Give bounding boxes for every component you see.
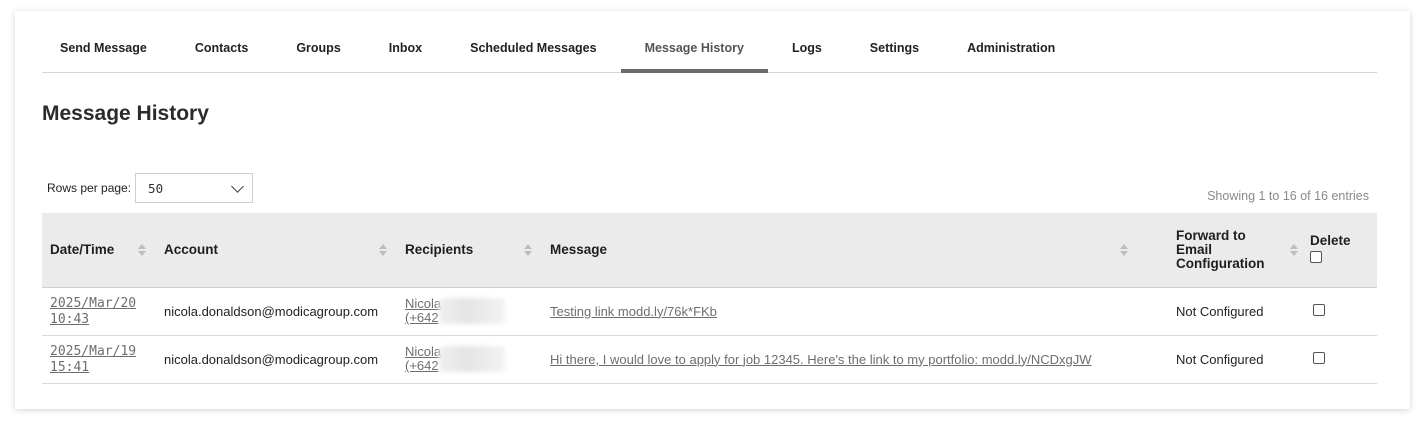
cell-recipients: Nicola (+642: [397, 287, 542, 335]
recipient-link[interactable]: Nicola (+642: [405, 345, 441, 373]
header-datetime[interactable]: Date/Time: [42, 213, 156, 287]
tab-contacts[interactable]: Contacts: [171, 11, 272, 72]
datetime-link[interactable]: 2025/Mar/20 10:43: [50, 296, 136, 327]
rows-per-page-control: Rows per page: 50: [47, 173, 254, 203]
datetime-link[interactable]: 2025/Mar/19 15:41: [50, 344, 136, 375]
cell-datetime: 2025/Mar/20 10:43: [42, 287, 156, 335]
cell-message: Hi there, I would love to apply for job …: [542, 335, 1168, 383]
tab-message-history[interactable]: Message History: [620, 11, 769, 73]
header-forward-email[interactable]: Forward to Email Configuration: [1168, 213, 1302, 287]
tab-groups[interactable]: Groups: [272, 11, 364, 72]
main-card: Send Message Contacts Groups Inbox Sched…: [15, 11, 1410, 409]
redacted-recipient: [439, 298, 506, 324]
cell-account: nicola.donaldson@modicagroup.com: [164, 351, 379, 367]
cell-recipients: Nicola (+642: [397, 335, 542, 383]
chevron-down-icon: [231, 179, 244, 193]
message-link[interactable]: Hi there, I would love to apply for job …: [550, 352, 1092, 367]
cell-delete: [1302, 335, 1377, 383]
select-all-checkbox[interactable]: [1310, 250, 1322, 263]
delete-checkbox[interactable]: [1313, 351, 1325, 364]
sort-icon: [138, 243, 146, 256]
rows-per-page-label: Rows per page:: [47, 181, 132, 195]
sort-icon: [379, 243, 387, 256]
tab-scheduled-messages[interactable]: Scheduled Messages: [446, 11, 620, 72]
entries-info: Showing 1 to 16 of 16 entries: [1207, 189, 1369, 203]
tab-logs[interactable]: Logs: [768, 11, 846, 72]
tab-inbox[interactable]: Inbox: [365, 11, 446, 72]
header-message[interactable]: Message: [542, 213, 1168, 287]
rows-per-page-select[interactable]: 50: [135, 173, 254, 203]
header-delete: Delete: [1302, 213, 1377, 287]
sort-icon: [524, 243, 532, 256]
delete-checkbox[interactable]: [1313, 303, 1325, 316]
table-row: 2025/Mar/20 10:43 nicola.donaldson@modic…: [42, 287, 1377, 335]
cell-delete: [1302, 287, 1377, 335]
page-title: Message History: [42, 102, 209, 125]
tab-administration[interactable]: Administration: [943, 11, 1079, 72]
tab-send-message[interactable]: Send Message: [42, 11, 171, 72]
sort-icon: [1120, 243, 1128, 256]
cell-forward: Not Configured: [1176, 303, 1264, 319]
message-link[interactable]: Testing link modd.ly/76k*FKb: [550, 304, 717, 319]
cell-message: Testing link modd.ly/76k*FKb: [542, 287, 1168, 335]
tab-bar: Send Message Contacts Groups Inbox Sched…: [42, 11, 1377, 73]
message-history-table: Date/Time Account Recipients Message For…: [42, 213, 1377, 384]
table-header-row: Date/Time Account Recipients Message For…: [42, 213, 1377, 287]
cell-account: nicola.donaldson@modicagroup.com: [164, 303, 379, 319]
cell-datetime: 2025/Mar/19 15:41: [42, 335, 156, 383]
header-recipients[interactable]: Recipients: [397, 213, 542, 287]
rows-per-page-value: 50: [148, 180, 164, 196]
recipient-link[interactable]: Nicola (+642: [405, 297, 441, 325]
sort-icon: [1290, 243, 1298, 256]
redacted-recipient: [439, 346, 506, 372]
table-row: 2025/Mar/19 15:41 nicola.donaldson@modic…: [42, 335, 1377, 383]
header-account[interactable]: Account: [156, 213, 397, 287]
tab-settings[interactable]: Settings: [846, 11, 943, 72]
cell-forward: Not Configured: [1176, 351, 1264, 367]
